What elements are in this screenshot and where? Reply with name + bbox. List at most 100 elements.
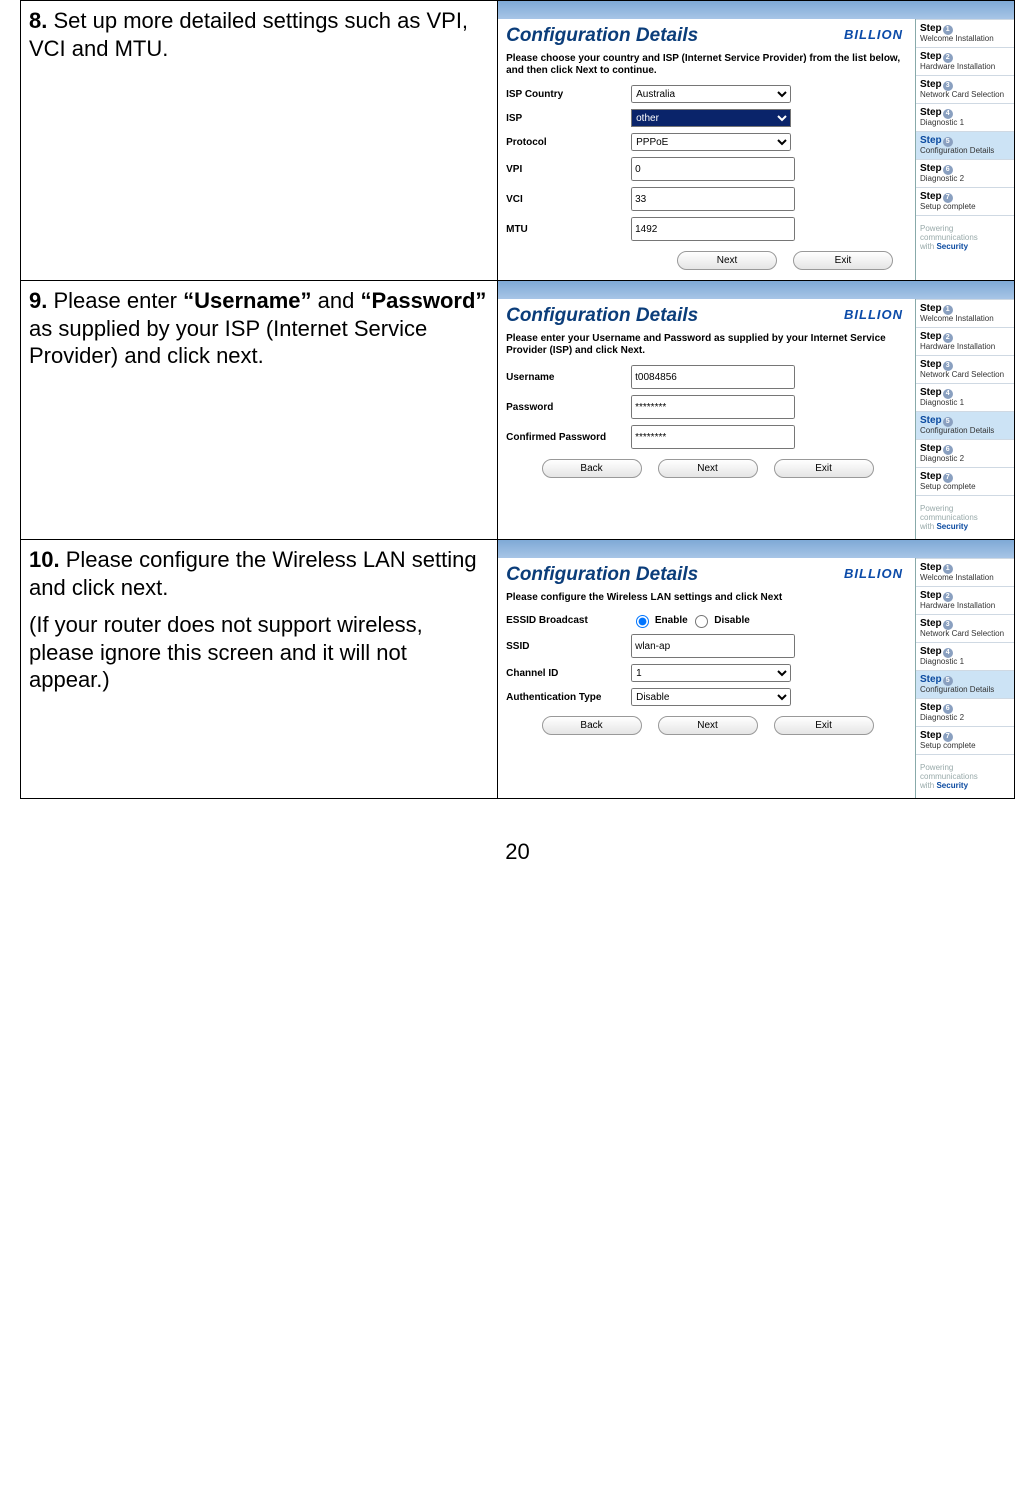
field-input[interactable] bbox=[631, 157, 795, 181]
button-row: Back Next Exit bbox=[506, 459, 909, 478]
instruction-table: 8. Set up more detailed settings such as… bbox=[20, 0, 1015, 799]
radio-option[interactable]: Enable bbox=[631, 615, 688, 626]
field-label: ESSID Broadcast bbox=[506, 615, 631, 626]
wizard-steps-sidebar: Step1 Welcome Installation Step2 Hardwar… bbox=[915, 299, 1014, 539]
field-label: Channel ID bbox=[506, 668, 631, 679]
button-row: Back Next Exit bbox=[506, 716, 909, 735]
field-input[interactable] bbox=[631, 187, 795, 211]
instruction-text: Please configure the Wireless LAN settin… bbox=[29, 547, 477, 600]
screenshot-cell: BILLION Configuration Details Please ent… bbox=[498, 281, 1015, 540]
field-input[interactable] bbox=[631, 395, 795, 419]
form-row: Password bbox=[506, 395, 909, 419]
exit-button[interactable]: Exit bbox=[793, 251, 893, 270]
panel-blurb: Please configure the Wireless LAN settin… bbox=[506, 592, 909, 604]
wizard-step[interactable]: Step4 Diagnostic 1 bbox=[916, 642, 1014, 670]
screenshot-panel: BILLION Configuration Details Please ent… bbox=[498, 281, 1014, 539]
field-label: VPI bbox=[506, 164, 631, 175]
field-select[interactable]: PPPoE bbox=[631, 133, 791, 151]
field-label: Confirmed Password bbox=[506, 432, 631, 443]
screenshot-panel: BILLION Configuration Details Please cho… bbox=[498, 1, 1014, 280]
wizard-step[interactable]: Step7 Setup complete bbox=[916, 187, 1014, 215]
form-row: Authentication Type Disable bbox=[506, 688, 909, 706]
wizard-step[interactable]: Step1 Welcome Installation bbox=[916, 299, 1014, 327]
panel-blurb: Please choose your country and ISP (Inte… bbox=[506, 53, 909, 77]
panel-blurb: Please enter your Username and Password … bbox=[506, 333, 909, 357]
brand-logo: BILLION bbox=[805, 23, 909, 42]
field-select[interactable]: Australia bbox=[631, 85, 791, 103]
wizard-step[interactable]: Step1 Welcome Installation bbox=[916, 558, 1014, 586]
field-label: Username bbox=[506, 372, 631, 383]
form-row: VCI bbox=[506, 187, 909, 211]
next-button[interactable]: Next bbox=[677, 251, 777, 270]
wizard-step[interactable]: Step3 Network Card Selection bbox=[916, 75, 1014, 103]
brand-tagline: Powering communicationswith Security bbox=[916, 495, 1014, 539]
form-row: ISP other bbox=[506, 109, 909, 127]
form-row: ESSID Broadcast Enable Disable bbox=[506, 612, 909, 628]
brand-tagline: Powering communicationswith Security bbox=[916, 215, 1014, 259]
field-label: Protocol bbox=[506, 137, 631, 148]
wizard-step[interactable]: Step3 Network Card Selection bbox=[916, 355, 1014, 383]
field-select[interactable]: other bbox=[631, 109, 791, 127]
form-row: ISP Country Australia bbox=[506, 85, 909, 103]
next-button[interactable]: Next bbox=[658, 459, 758, 478]
back-button[interactable]: Back bbox=[542, 716, 642, 735]
field-input[interactable] bbox=[631, 425, 795, 449]
wizard-step[interactable]: Step4 Diagnostic 1 bbox=[916, 103, 1014, 131]
wizard-steps-sidebar: Step1 Welcome Installation Step2 Hardwar… bbox=[915, 558, 1014, 798]
wizard-step[interactable]: Step2 Hardware Installation bbox=[916, 586, 1014, 614]
form-row: MTU bbox=[506, 217, 909, 241]
screenshot-cell: BILLION Configuration Details Please con… bbox=[498, 540, 1015, 799]
back-button[interactable]: Back bbox=[542, 459, 642, 478]
exit-button[interactable]: Exit bbox=[774, 459, 874, 478]
field-select[interactable]: 1 bbox=[631, 664, 791, 682]
field-input[interactable] bbox=[631, 634, 795, 658]
instruction-cell: 10. Please configure the Wireless LAN se… bbox=[21, 540, 498, 799]
form-row: Channel ID 1 bbox=[506, 664, 909, 682]
step-number: 10. bbox=[29, 547, 60, 572]
form-row: Confirmed Password bbox=[506, 425, 909, 449]
field-select[interactable]: Disable bbox=[631, 688, 791, 706]
wizard-step[interactable]: Step6 Diagnostic 2 bbox=[916, 159, 1014, 187]
field-label: ISP bbox=[506, 113, 631, 124]
brand-logo: BILLION bbox=[805, 562, 909, 581]
field-input[interactable] bbox=[631, 217, 795, 241]
wizard-step[interactable]: Step4 Diagnostic 1 bbox=[916, 383, 1014, 411]
window-titlebar bbox=[498, 281, 1014, 299]
field-input[interactable] bbox=[631, 365, 795, 389]
button-row: Next Exit bbox=[506, 251, 909, 270]
field-label: MTU bbox=[506, 224, 631, 235]
field-label: SSID bbox=[506, 641, 631, 652]
next-button[interactable]: Next bbox=[658, 716, 758, 735]
form-row: Protocol PPPoE bbox=[506, 133, 909, 151]
wizard-step[interactable]: Step3 Network Card Selection bbox=[916, 614, 1014, 642]
form-row: SSID bbox=[506, 634, 909, 658]
step-number: 9. bbox=[29, 288, 47, 313]
wizard-steps-sidebar: Step1 Welcome Installation Step2 Hardwar… bbox=[915, 19, 1014, 280]
exit-button[interactable]: Exit bbox=[774, 716, 874, 735]
window-titlebar bbox=[498, 1, 1014, 19]
wizard-step[interactable]: Step2 Hardware Installation bbox=[916, 47, 1014, 75]
wizard-step[interactable]: Step5 Configuration Details bbox=[916, 411, 1014, 439]
field-label: Authentication Type bbox=[506, 692, 631, 703]
wizard-step[interactable]: Step6 Diagnostic 2 bbox=[916, 698, 1014, 726]
wizard-step[interactable]: Step7 Setup complete bbox=[916, 467, 1014, 495]
instruction-cell: 8. Set up more detailed settings such as… bbox=[21, 1, 498, 281]
window-titlebar bbox=[498, 540, 1014, 558]
wizard-step[interactable]: Step7 Setup complete bbox=[916, 726, 1014, 754]
instruction-cell: 9. Please enter “Username” and “Password… bbox=[21, 281, 498, 540]
wizard-step[interactable]: Step6 Diagnostic 2 bbox=[916, 439, 1014, 467]
wizard-step[interactable]: Step1 Welcome Installation bbox=[916, 19, 1014, 47]
instruction-text: Set up more detailed settings such as VP… bbox=[29, 8, 468, 61]
form-row: VPI bbox=[506, 157, 909, 181]
field-label: ISP Country bbox=[506, 89, 631, 100]
brand-logo: BILLION bbox=[805, 303, 909, 322]
field-label: VCI bbox=[506, 194, 631, 205]
step-number: 8. bbox=[29, 8, 47, 33]
brand-tagline: Powering communicationswith Security bbox=[916, 754, 1014, 798]
screenshot-cell: BILLION Configuration Details Please cho… bbox=[498, 1, 1015, 281]
wizard-step[interactable]: Step2 Hardware Installation bbox=[916, 327, 1014, 355]
instruction-text: Please enter “Username” and “Password” a… bbox=[29, 288, 486, 368]
radio-option[interactable]: Disable bbox=[690, 615, 749, 626]
wizard-step[interactable]: Step5 Configuration Details bbox=[916, 131, 1014, 159]
wizard-step[interactable]: Step5 Configuration Details bbox=[916, 670, 1014, 698]
